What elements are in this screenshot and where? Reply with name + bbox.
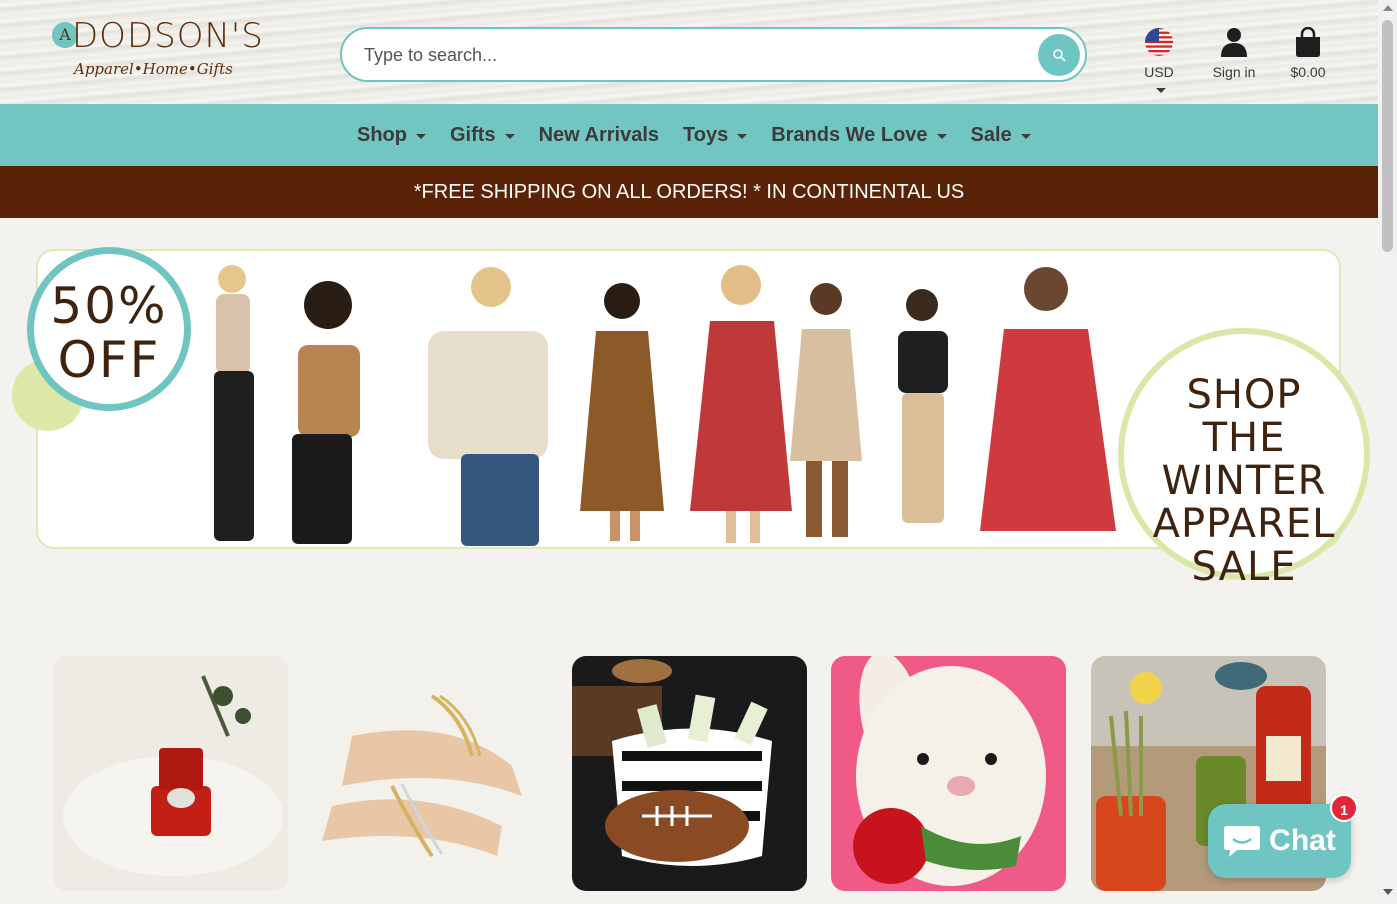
site-header: A DODSON'S Apparel•Home•Gifts Type to se… (0, 0, 1378, 104)
category-tile-plush[interactable] (831, 656, 1066, 891)
cta-line-3: APPAREL (1152, 501, 1336, 547)
nav-item-sale[interactable]: Sale (971, 124, 1031, 147)
sign-in-link[interactable]: Sign in (1210, 26, 1258, 80)
nav-item-brands[interactable]: Brands We Love (771, 123, 947, 147)
chat-button[interactable]: Chat (1208, 804, 1351, 878)
store-logo[interactable]: A DODSON'S Apparel•Home•Gifts (52, 16, 264, 86)
discount-percent: 50% (50, 277, 168, 335)
shopping-bag-icon (1296, 27, 1320, 57)
chat-bubble-icon (1224, 826, 1261, 857)
chevron-down-icon (1155, 88, 1166, 93)
chevron-down-icon (936, 134, 947, 139)
shop-sale-badge[interactable]: SHOP THE WINTER APPAREL SALE (1118, 328, 1370, 589)
search-icon (1053, 49, 1066, 62)
nav-item-label: Gifts (450, 123, 496, 146)
cart-link[interactable]: $0.00 (1286, 26, 1330, 80)
nav-item-label: New Arrivals (538, 123, 659, 146)
sign-in-label: Sign in (1212, 64, 1256, 80)
user-icon (1221, 28, 1247, 57)
discount-badge: 50% OFF (27, 247, 191, 411)
search-bar (340, 27, 1087, 82)
nav-item-shop[interactable]: Shop (357, 124, 426, 147)
search-button[interactable] (1038, 34, 1080, 76)
main-nav: Shop Gifts New Arrivals Toys Brands We L… (0, 104, 1378, 166)
discount-off: OFF (57, 331, 161, 389)
football-bucket-image (572, 656, 807, 891)
scrollbar-thumb[interactable] (1382, 20, 1393, 252)
cta-line-2: THE WINTER (1161, 415, 1327, 504)
chat-label: Chat (1269, 824, 1336, 857)
nav-item-toys[interactable]: Toys (683, 123, 748, 147)
logo-tagline: Apparel•Home•Gifts (74, 60, 233, 78)
chat-notification-badge: 1 (1330, 794, 1358, 822)
chevron-down-icon (504, 134, 515, 139)
nav-item-label: Sale (970, 123, 1012, 146)
us-flag-icon (1145, 28, 1173, 56)
chevron-down-icon (1020, 134, 1031, 139)
nav-item-label: Toys (683, 123, 729, 146)
bracelets-image (312, 656, 547, 891)
promo-text: *FREE SHIPPING ON ALL ORDERS! * IN CONTI… (413, 181, 965, 203)
search-input[interactable] (364, 41, 1024, 69)
category-tile-entertaining[interactable] (572, 656, 807, 891)
cta-line-4: SALE (1191, 544, 1297, 590)
chevron-down-icon (416, 134, 426, 139)
scroll-down-arrow-icon[interactable] (1383, 889, 1393, 895)
category-tile-bracelets[interactable] (312, 656, 547, 891)
currency-selector[interactable]: USD (1136, 26, 1182, 96)
bunny-plush-image (831, 656, 1066, 891)
scroll-up-arrow-icon[interactable] (1383, 5, 1393, 11)
cta-line-1: SHOP (1186, 372, 1302, 418)
category-tile-rings[interactable] (53, 656, 288, 891)
cart-total: $0.00 (1290, 64, 1326, 80)
page-scrollbar[interactable] (1378, 0, 1397, 904)
nav-item-gifts[interactable]: Gifts (450, 124, 515, 147)
ring-box-image (53, 656, 288, 891)
currency-label: USD (1144, 64, 1174, 80)
shipping-promo-bar: *FREE SHIPPING ON ALL ORDERS! * IN CONTI… (0, 166, 1378, 218)
logo-name: DODSON'S (72, 16, 264, 56)
nav-item-new-arrivals[interactable]: New Arrivals (539, 124, 659, 147)
nav-item-label: Shop (357, 123, 407, 146)
nav-item-label: Brands We Love (771, 123, 928, 146)
chevron-down-icon (737, 134, 748, 139)
